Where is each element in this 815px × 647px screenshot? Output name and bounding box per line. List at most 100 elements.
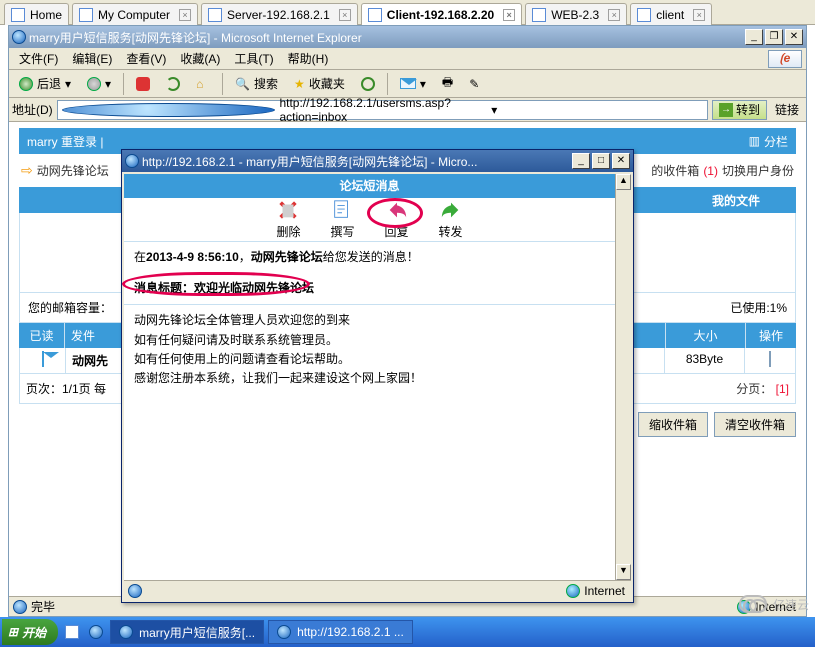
refresh-button[interactable] bbox=[160, 73, 186, 95]
menu-tools[interactable]: 工具(T) bbox=[228, 48, 279, 69]
delete-button[interactable]: 删除 bbox=[276, 199, 300, 240]
popup-window: http://192.168.2.1 - marry用户短信服务[动网先锋论坛]… bbox=[121, 149, 634, 603]
ie-addressbar: 地址(D) http://192.168.2.1/usersms.asp?act… bbox=[9, 98, 806, 122]
message-meta: 在2013-4-9 8:56:10，动网先锋论坛给您发送的消息！ bbox=[124, 242, 615, 273]
close-icon[interactable]: × bbox=[339, 9, 351, 21]
computer-icon bbox=[208, 8, 222, 22]
close-icon[interactable]: × bbox=[503, 9, 515, 21]
subject-label: 消息标题： bbox=[134, 281, 194, 295]
forward-icon bbox=[440, 199, 462, 221]
quicklaunch-desktop[interactable] bbox=[62, 622, 82, 642]
menu-edit[interactable]: 编辑(E) bbox=[66, 48, 118, 69]
page-icon bbox=[13, 600, 27, 614]
search-button[interactable]: 🔍搜索 bbox=[229, 73, 284, 95]
scrollbar[interactable]: ▲ ▼ bbox=[615, 174, 631, 580]
print-icon: 🖶 bbox=[442, 73, 453, 94]
clear-inbox-button[interactable]: 清空收件箱 bbox=[714, 412, 796, 437]
stop-button[interactable] bbox=[130, 73, 156, 95]
maximize-button[interactable]: ❐ bbox=[765, 29, 783, 45]
computer-icon bbox=[532, 8, 546, 22]
forward-button[interactable]: ▾ bbox=[81, 73, 117, 95]
ie-toolbar: 后退 ▾ ▾ ⌂ 🔍搜索 ★收藏夹 ▾ 🖶 ✎ bbox=[9, 70, 806, 98]
mail-icon bbox=[400, 78, 416, 89]
dropdown-icon[interactable]: ▾ bbox=[491, 103, 703, 117]
scroll-down-icon[interactable]: ▼ bbox=[616, 564, 631, 580]
page-1-link[interactable]: [1] bbox=[776, 382, 789, 396]
vm-tab-client2[interactable]: client× bbox=[630, 3, 712, 25]
compose-button[interactable]: 撰写 bbox=[330, 199, 354, 240]
history-icon bbox=[361, 77, 375, 91]
quicklaunch-ie[interactable] bbox=[86, 622, 106, 642]
close-icon[interactable]: × bbox=[608, 9, 620, 21]
favorites-button[interactable]: ★收藏夹 bbox=[288, 73, 351, 95]
minimize-button[interactable]: _ bbox=[572, 153, 590, 169]
split-columns-button[interactable]: ▥ 分栏 bbox=[749, 133, 788, 150]
vm-tab-home[interactable]: Home bbox=[4, 3, 69, 25]
row-checkbox[interactable] bbox=[769, 351, 771, 367]
popup-titlebar[interactable]: http://192.168.2.1 - marry用户短信服务[动网先锋论坛]… bbox=[122, 150, 633, 172]
relogin-link[interactable]: 重登录 | bbox=[61, 135, 103, 149]
home-button[interactable]: ⌂ bbox=[190, 73, 216, 95]
scroll-up-icon[interactable]: ▲ bbox=[616, 174, 631, 190]
switch-user-link[interactable]: 切换用户身份 bbox=[722, 162, 794, 179]
url-text: http://192.168.2.1/usersms.asp?action=in… bbox=[279, 96, 491, 124]
forum-link[interactable]: 动网先锋论坛 bbox=[37, 162, 109, 179]
back-icon bbox=[19, 77, 33, 91]
pager-right-label: 分页： bbox=[736, 382, 772, 396]
address-input[interactable]: http://192.168.2.1/usersms.asp?action=in… bbox=[57, 100, 708, 120]
subject-text: 欢迎光临动网先锋论坛 bbox=[194, 281, 314, 295]
vm-tab-web[interactable]: WEB-2.3× bbox=[525, 3, 627, 25]
edit-icon: ✎ bbox=[469, 77, 479, 91]
popup-statusbar: Internet bbox=[124, 580, 631, 600]
globe-icon bbox=[737, 600, 751, 614]
maximize-button[interactable]: □ bbox=[592, 153, 610, 169]
desktop-icon bbox=[65, 625, 79, 639]
minimize-button[interactable]: _ bbox=[745, 29, 763, 45]
ie-icon bbox=[89, 625, 103, 639]
windows-icon: ⊞ bbox=[8, 625, 18, 639]
edit-button[interactable]: ✎ bbox=[463, 73, 485, 95]
close-button[interactable]: ✕ bbox=[785, 29, 803, 45]
message-source: 动网先锋论坛 bbox=[251, 250, 323, 264]
reply-button[interactable]: 回复 bbox=[385, 199, 409, 240]
search-icon: 🔍 bbox=[235, 77, 250, 91]
page-icon bbox=[62, 103, 276, 117]
forward-button[interactable]: 转发 bbox=[439, 199, 463, 240]
tab-files[interactable]: 我的文件 bbox=[676, 192, 796, 209]
start-button[interactable]: ⊞开始 bbox=[2, 619, 58, 645]
popup-header: 论坛短消息 bbox=[124, 174, 615, 198]
window-title: marry用户短信服务[动网先锋论坛] - Microsoft Internet… bbox=[26, 29, 745, 46]
links-button[interactable]: 链接 bbox=[771, 101, 803, 118]
popup-title: http://192.168.2.1 - marry用户短信服务[动网先锋论坛]… bbox=[139, 153, 572, 170]
mail-button[interactable]: ▾ bbox=[394, 73, 432, 95]
vm-tab-mycomputer[interactable]: My Computer× bbox=[72, 3, 198, 25]
compact-inbox-button[interactable]: 缩收件箱 bbox=[638, 412, 708, 437]
close-button[interactable]: ✕ bbox=[612, 153, 630, 169]
close-icon[interactable]: × bbox=[693, 9, 705, 21]
go-button[interactable]: →转到 bbox=[712, 100, 767, 120]
compose-icon bbox=[331, 199, 353, 221]
menu-favorites[interactable]: 收藏(A) bbox=[174, 48, 226, 69]
history-button[interactable] bbox=[355, 73, 381, 95]
task-ie-main[interactable]: marry用户短信服务[... bbox=[110, 620, 264, 644]
zone-label: Internet bbox=[755, 600, 796, 614]
vm-tab-server[interactable]: Server-192.168.2.1× bbox=[201, 3, 358, 25]
menu-help[interactable]: 帮助(H) bbox=[282, 48, 335, 69]
print-button[interactable]: 🖶 bbox=[436, 73, 459, 95]
menu-view[interactable]: 查看(V) bbox=[120, 48, 172, 69]
vm-tab-strip: Home My Computer× Server-192.168.2.1× Cl… bbox=[0, 0, 815, 25]
pager-left: 页次：1/1页 每 bbox=[26, 380, 106, 397]
vm-tab-client-active[interactable]: Client-192.168.2.20× bbox=[361, 3, 522, 25]
menu-file[interactable]: 文件(F) bbox=[13, 48, 64, 69]
reply-icon bbox=[386, 199, 408, 221]
status-text: 完毕 bbox=[31, 598, 55, 615]
delete-icon bbox=[277, 199, 299, 221]
col-op: 操作 bbox=[746, 323, 796, 348]
globe-icon bbox=[566, 584, 580, 598]
back-button[interactable]: 后退 ▾ bbox=[13, 73, 77, 95]
row-size: 83Byte bbox=[665, 348, 745, 373]
ie-icon bbox=[119, 625, 133, 639]
col-read: 已读 bbox=[19, 323, 65, 348]
close-icon[interactable]: × bbox=[179, 9, 191, 21]
task-ie-popup[interactable]: http://192.168.2.1 ... bbox=[268, 620, 413, 644]
